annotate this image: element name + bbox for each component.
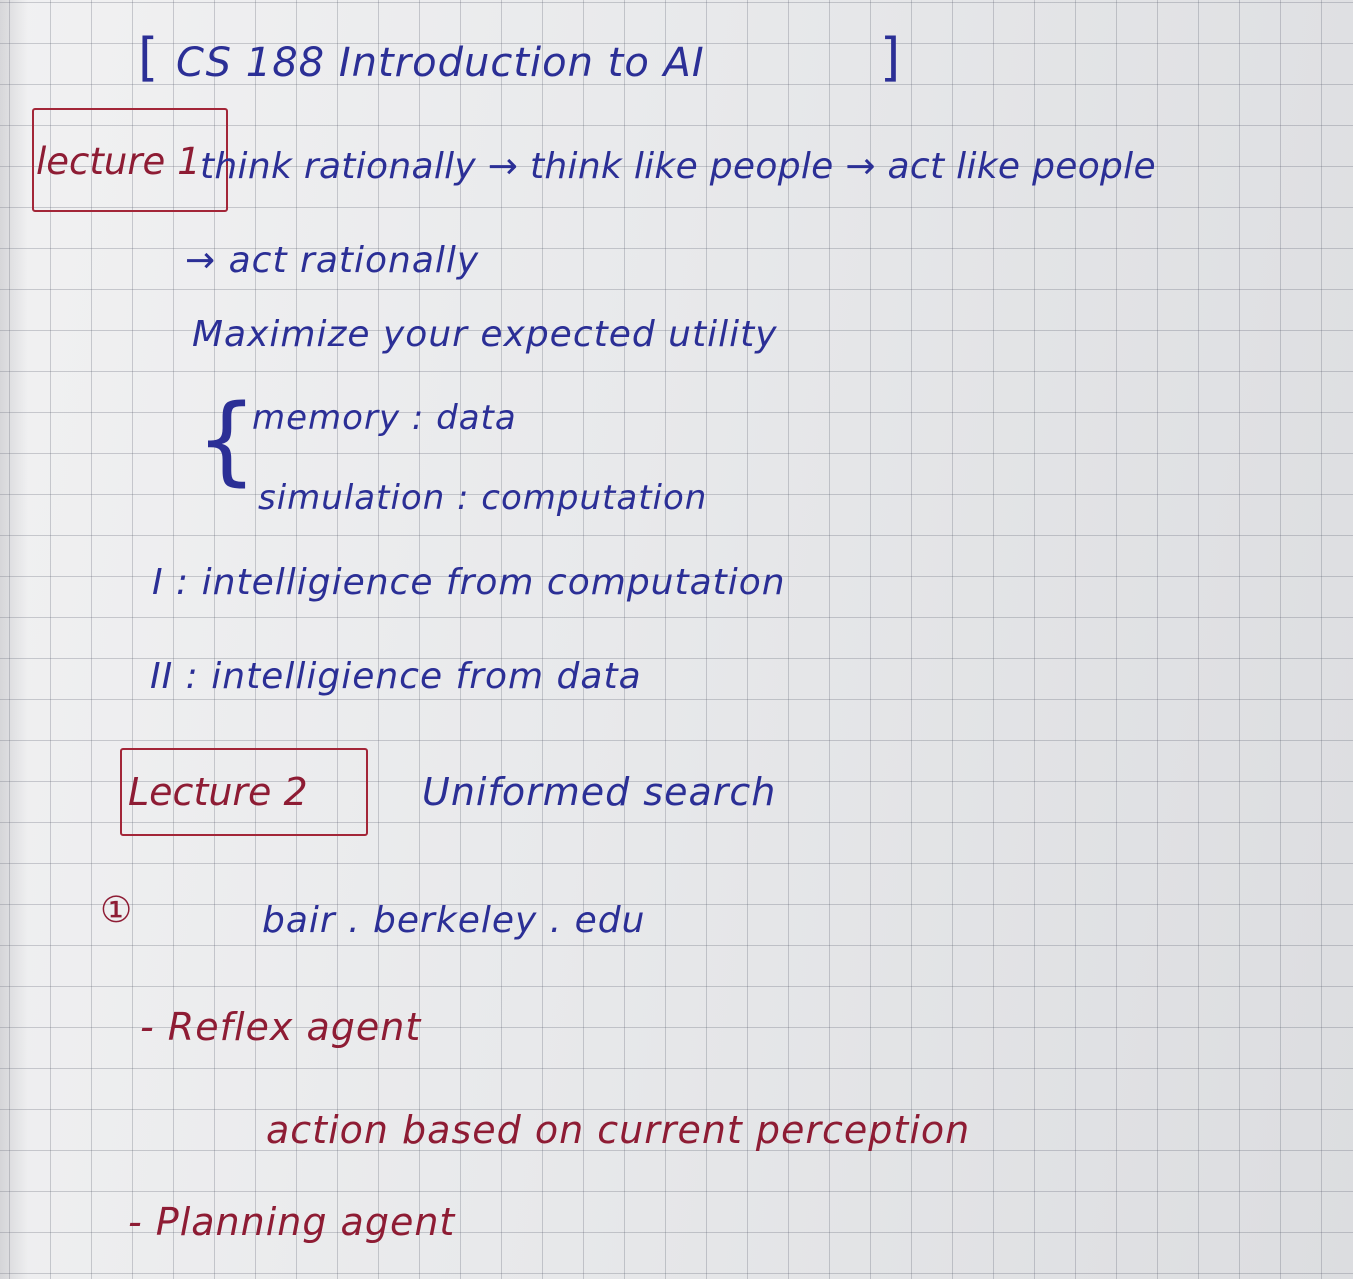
heading-close-bracket: ]	[880, 28, 902, 88]
page-title: CS 188 Introduction to AI	[176, 40, 705, 86]
lecture1-label: lecture 1	[36, 140, 201, 183]
notebook-page: [ CS 188 Introduction to AI ] lecture 1 …	[0, 0, 1353, 1279]
lecture1-line3: Maximize your expected utility	[192, 314, 778, 355]
lecture2-topic: Uniformed search	[422, 770, 777, 814]
item-marker-circled-1: ①	[100, 890, 134, 931]
lecture2-item-text: bair . berkeley . edu	[262, 900, 646, 941]
notebook-binding-shadow	[0, 0, 28, 1279]
planning-agent-heading: - Planning agent	[128, 1200, 456, 1244]
heading-open-bracket: [	[138, 28, 160, 88]
lecture1-memory: memory : data	[252, 398, 517, 438]
lecture1-line1: think rationally → think like people → a…	[200, 146, 1156, 187]
reflex-agent-detail: action based on current perception	[266, 1108, 971, 1152]
lecture1-point1: I : intelligience from computation	[152, 562, 786, 603]
lecture1-point2: II : intelligience from data	[150, 656, 642, 697]
lecture1-brace: {	[196, 384, 259, 496]
lecture1-simulation: simulation : computation	[258, 478, 708, 518]
reflex-agent-heading: - Reflex agent	[140, 1005, 422, 1049]
lecture2-label: Lecture 2	[128, 770, 308, 814]
lecture1-line2: → act rationally	[185, 240, 480, 281]
